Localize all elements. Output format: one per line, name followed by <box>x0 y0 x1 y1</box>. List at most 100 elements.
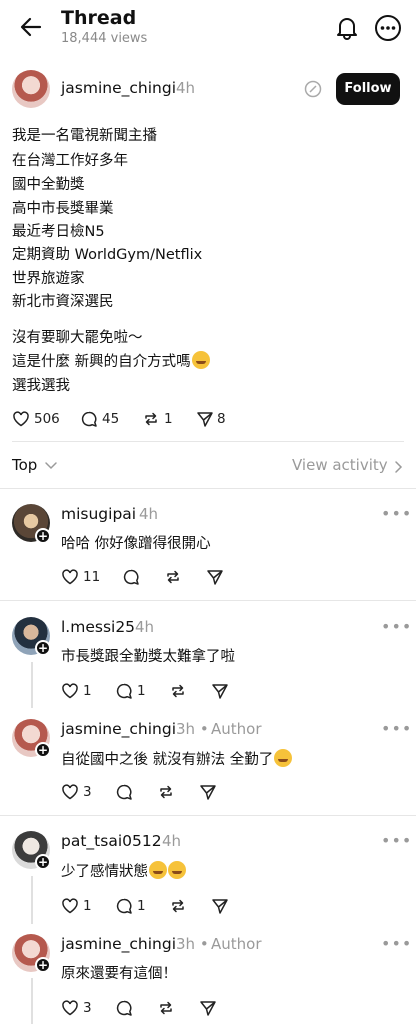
more-options-icon[interactable]: ••• <box>381 504 412 523</box>
reply-username[interactable]: jasmine_chingi <box>61 720 176 738</box>
comment-icon[interactable] <box>115 682 133 700</box>
thread-line <box>31 978 33 1024</box>
header: Thread 18,444 views <box>0 0 416 56</box>
comment-icon[interactable] <box>122 568 140 586</box>
view-count: 18,444 views <box>61 31 148 46</box>
laughing-emoji-icon <box>168 861 186 879</box>
more-icon[interactable] <box>374 14 402 42</box>
author-badge: Author <box>211 720 262 738</box>
reply-time: 4h <box>139 505 159 523</box>
repost-icon[interactable] <box>169 897 187 915</box>
post-line: 我是一名電視新聞主播 <box>12 128 157 144</box>
post-time: 4h <box>176 79 196 97</box>
more-options-icon[interactable]: ••• <box>381 831 412 850</box>
reply-text: 原來還要有這個！ <box>61 966 177 982</box>
divider <box>0 600 416 601</box>
post-line-text: 這是什麼 新興的自介方式嗎 <box>12 354 191 370</box>
share-icon[interactable] <box>206 568 224 586</box>
follow-plus-icon[interactable]: + <box>35 854 51 870</box>
smile-emoji-icon <box>191 351 210 369</box>
like-count: 1 <box>83 898 92 914</box>
reply-text: 少了感情狀態 <box>61 860 186 881</box>
back-arrow-icon[interactable] <box>18 14 44 40</box>
post-line: 世界旅遊家 <box>12 271 85 287</box>
more-options-icon[interactable]: ••• <box>381 719 412 738</box>
repost-count: 1 <box>164 411 173 427</box>
more-options-icon[interactable]: ••• <box>381 617 412 636</box>
divider <box>0 488 416 489</box>
thread-line <box>31 876 33 924</box>
laughing-emoji-icon <box>149 861 167 879</box>
share-icon[interactable] <box>199 999 217 1017</box>
share-icon[interactable] <box>211 682 229 700</box>
repost-icon[interactable] <box>157 783 175 801</box>
reply-username[interactable]: l.messi25 <box>61 618 135 636</box>
post-line: 國中全勤獎 <box>12 177 85 193</box>
like-count: 3 <box>83 784 92 800</box>
comment-count: 1 <box>137 898 146 914</box>
reply-time: 3h • <box>176 935 209 953</box>
post-line: 新北市資深選民 <box>12 294 114 310</box>
repost-icon[interactable] <box>164 568 182 586</box>
share-icon[interactable] <box>211 897 229 915</box>
sort-label[interactable]: Top <box>12 456 37 474</box>
like-count: 506 <box>34 411 60 427</box>
reply-text-value: 自從國中之後 就沒有辦法 全勤了 <box>61 752 274 768</box>
reply-time: 4h <box>162 832 182 850</box>
divider <box>12 441 404 442</box>
comment-count: 45 <box>102 411 120 427</box>
like-count: 11 <box>83 569 101 585</box>
post-line: 選我選我 <box>12 378 70 394</box>
chevron-down-icon[interactable] <box>44 460 58 472</box>
chevron-right-icon[interactable] <box>393 460 403 474</box>
post-line: 定期資助 WorldGym/Netflix <box>12 247 203 263</box>
post-line: 在台灣工作好多年 <box>12 153 128 169</box>
reply-username[interactable]: jasmine_chingi <box>61 935 176 953</box>
follow-plus-icon[interactable]: + <box>35 640 51 656</box>
reply-time: 3h • <box>176 720 209 738</box>
follow-plus-icon[interactable]: + <box>35 742 51 758</box>
heart-icon[interactable] <box>61 783 79 801</box>
post-username[interactable]: jasmine_chingi <box>61 79 176 97</box>
repost-icon[interactable] <box>157 999 175 1017</box>
post-line: 高中市長獎畢業 <box>12 201 114 217</box>
share-icon[interactable] <box>199 783 217 801</box>
heart-icon[interactable] <box>61 682 79 700</box>
post-line: 最近考日檢N5 <box>12 224 105 240</box>
follow-plus-icon[interactable]: + <box>35 957 51 973</box>
reply-username[interactable]: pat_tsai0512 <box>61 832 162 850</box>
follow-plus-icon[interactable]: + <box>35 528 51 544</box>
comment-count: 1 <box>137 683 146 699</box>
bell-icon[interactable] <box>334 14 360 40</box>
reply-time-value: 3h <box>176 720 196 738</box>
heart-icon[interactable] <box>61 999 79 1017</box>
heart-icon[interactable] <box>12 410 30 428</box>
reply-time-value: 3h <box>176 935 196 953</box>
post-line: 沒有要聊大罷免啦～ <box>12 330 143 346</box>
reply-text: 哈哈 你好像蹭得很開心 <box>61 536 211 552</box>
reply-username[interactable]: misugipai <box>61 505 136 523</box>
author-badge: Author <box>211 935 262 953</box>
post-line: 這是什麼 新興的自介方式嗎 <box>12 350 210 371</box>
like-count: 1 <box>83 683 92 699</box>
share-count: 8 <box>217 411 226 427</box>
follow-button[interactable]: Follow <box>336 73 400 105</box>
avatar[interactable] <box>12 70 50 108</box>
more-options-icon[interactable]: ••• <box>381 934 412 953</box>
reply-text: 自從國中之後 就沒有辦法 全勤了 <box>61 748 293 769</box>
comment-icon[interactable] <box>115 897 133 915</box>
thread-line <box>31 662 33 708</box>
heart-icon[interactable] <box>61 568 79 586</box>
page-title: Thread <box>61 7 137 29</box>
comment-icon[interactable] <box>115 783 133 801</box>
share-icon[interactable] <box>196 410 214 428</box>
comment-icon[interactable] <box>115 999 133 1017</box>
edit-disabled-icon <box>304 80 322 98</box>
repost-icon[interactable] <box>142 410 160 428</box>
comment-icon[interactable] <box>80 410 98 428</box>
divider <box>0 815 416 816</box>
view-activity-link[interactable]: View activity <box>292 456 388 474</box>
heart-icon[interactable] <box>61 897 79 915</box>
repost-icon[interactable] <box>169 682 187 700</box>
reply-text: 市長獎跟全勤獎太難拿了啦 <box>61 649 235 665</box>
